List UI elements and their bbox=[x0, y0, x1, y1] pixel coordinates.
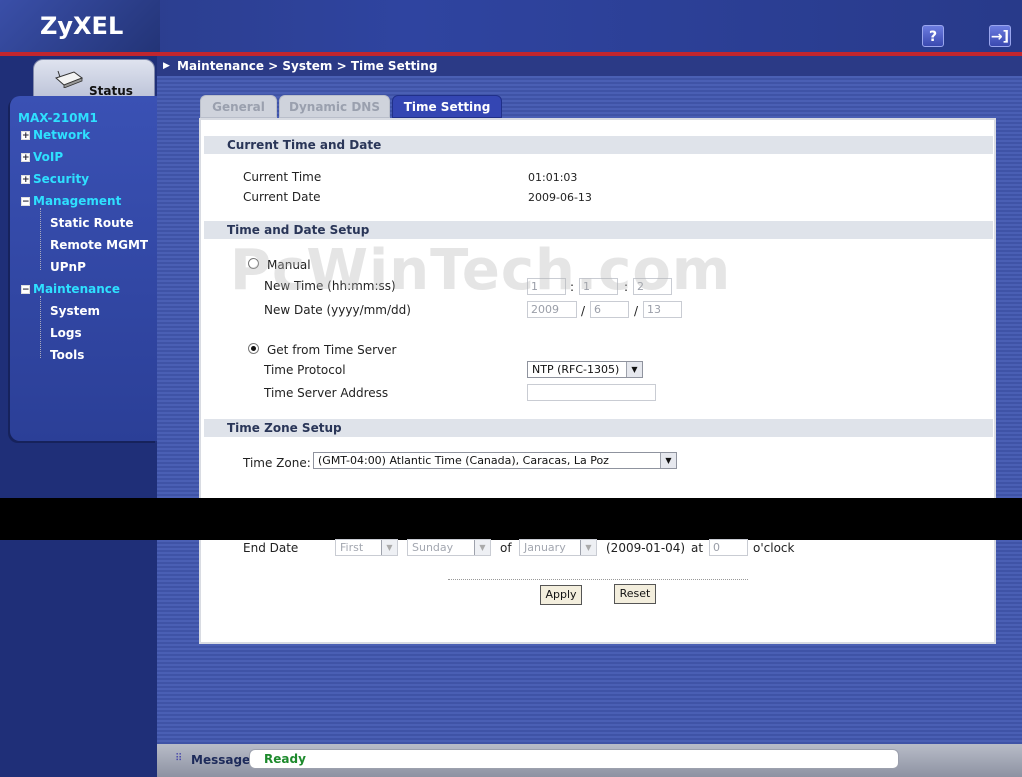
date-separator: / bbox=[581, 304, 586, 318]
time-server-radio[interactable] bbox=[248, 343, 259, 354]
message-label: Message bbox=[191, 753, 251, 767]
sidebar-item-logs[interactable]: Logs bbox=[50, 326, 82, 340]
date-separator: / bbox=[634, 304, 639, 318]
device-name: MAX-210M1 bbox=[18, 111, 98, 125]
zyxel-logo: ZyXEL bbox=[0, 0, 160, 52]
section-time-date-setup: Time and Date Setup bbox=[204, 221, 993, 239]
chevron-down-icon: ▼ bbox=[474, 540, 490, 555]
sidebar-item-network[interactable]: + Network bbox=[21, 128, 90, 142]
end-day-select[interactable]: Sunday ▼ bbox=[407, 539, 491, 556]
at-label: at bbox=[691, 541, 704, 555]
time-protocol-select[interactable]: NTP (RFC-1305) ▼ bbox=[527, 361, 643, 378]
collapse-icon: − bbox=[21, 197, 30, 207]
breadcrumb: ▶ Maintenance > System > Time Setting bbox=[157, 56, 1022, 76]
time-server-address-input[interactable] bbox=[527, 384, 656, 401]
expand-icon: + bbox=[21, 131, 30, 141]
expand-icon: + bbox=[21, 175, 30, 185]
collapse-icon: − bbox=[21, 285, 30, 295]
current-time-value: 01:01:03 bbox=[528, 171, 578, 184]
end-date-preview: (2009-01-04) bbox=[606, 541, 686, 555]
message-bar: ⠿ Message Ready bbox=[157, 744, 1022, 777]
section-time-zone-setup: Time Zone Setup bbox=[204, 419, 993, 437]
current-date-label: Current Date bbox=[243, 190, 321, 204]
tab-time-setting[interactable]: Time Setting bbox=[392, 95, 502, 118]
watermark: PcWinTech.com bbox=[230, 238, 732, 303]
app-header: ZyXEL ? →] bbox=[0, 0, 1022, 52]
new-date-label: New Date (yyyy/mm/dd) bbox=[264, 303, 411, 317]
tree-line bbox=[40, 208, 41, 270]
router-icon bbox=[55, 70, 84, 88]
time-server-label: Get from Time Server bbox=[267, 343, 397, 357]
sidebar-item-system[interactable]: System bbox=[50, 304, 100, 318]
tree-line bbox=[40, 296, 41, 358]
new-date-year-input[interactable]: 2009 bbox=[527, 301, 577, 318]
breadcrumb-text: Maintenance > System > Time Setting bbox=[177, 59, 438, 73]
sidebar-item-upnp[interactable]: UPnP bbox=[50, 260, 86, 274]
sidebar-item-security[interactable]: + Security bbox=[21, 172, 89, 186]
end-week-select[interactable]: First ▼ bbox=[335, 539, 398, 556]
sidebar-item-management[interactable]: − Management bbox=[21, 194, 121, 208]
redacted-region bbox=[0, 498, 1022, 540]
logout-icon[interactable]: →] bbox=[989, 25, 1011, 47]
section-current-time: Current Time and Date bbox=[204, 136, 993, 154]
sidebar-item-voip[interactable]: + VoIP bbox=[21, 150, 63, 164]
time-zone-select[interactable]: (GMT-04:00) Atlantic Time (Canada), Cara… bbox=[313, 452, 677, 469]
oclock-label: o'clock bbox=[753, 541, 795, 555]
chevron-down-icon: ▼ bbox=[580, 540, 596, 555]
divider bbox=[448, 579, 748, 580]
help-icon[interactable]: ? bbox=[922, 25, 944, 47]
message-value: Ready bbox=[264, 752, 306, 766]
message-box: Ready bbox=[249, 749, 899, 769]
end-month-select[interactable]: January ▼ bbox=[519, 539, 597, 556]
chevron-down-icon: ▼ bbox=[660, 453, 676, 468]
sidebar: Status bbox=[0, 56, 157, 777]
time-protocol-label: Time Protocol bbox=[264, 363, 346, 377]
tab-dynamic-dns[interactable]: Dynamic DNS bbox=[279, 95, 390, 118]
sidebar-item-static-route[interactable]: Static Route bbox=[50, 216, 134, 230]
chevron-down-icon: ▼ bbox=[626, 362, 642, 377]
current-date-value: 2009-06-13 bbox=[528, 191, 592, 204]
time-zone-label: Time Zone: bbox=[243, 456, 311, 470]
brand-text: ZyXEL bbox=[40, 12, 124, 40]
end-hour-input[interactable]: 0 bbox=[709, 539, 748, 556]
message-icon: ⠿ bbox=[175, 753, 183, 764]
expand-icon: + bbox=[21, 153, 30, 163]
sidebar-item-tools[interactable]: Tools bbox=[50, 348, 84, 362]
sidebar-item-remote-mgmt[interactable]: Remote MGMT bbox=[50, 238, 148, 252]
current-time-label: Current Time bbox=[243, 170, 322, 184]
tab-general[interactable]: General bbox=[200, 95, 277, 118]
time-protocol-value: NTP (RFC-1305) bbox=[532, 363, 620, 376]
end-date-label: End Date bbox=[243, 541, 299, 555]
reset-button[interactable]: Reset bbox=[614, 584, 656, 604]
new-date-month-input[interactable]: 6 bbox=[590, 301, 629, 318]
breadcrumb-arrow-icon: ▶ bbox=[163, 61, 170, 71]
time-zone-value: (GMT-04:00) Atlantic Time (Canada), Cara… bbox=[318, 454, 609, 467]
sidebar-item-maintenance[interactable]: − Maintenance bbox=[21, 282, 120, 296]
chevron-down-icon: ▼ bbox=[381, 540, 397, 555]
of-label: of bbox=[500, 541, 512, 555]
time-server-address-label: Time Server Address bbox=[264, 386, 389, 400]
apply-button[interactable]: Apply bbox=[540, 585, 582, 605]
new-date-day-input[interactable]: 13 bbox=[643, 301, 682, 318]
